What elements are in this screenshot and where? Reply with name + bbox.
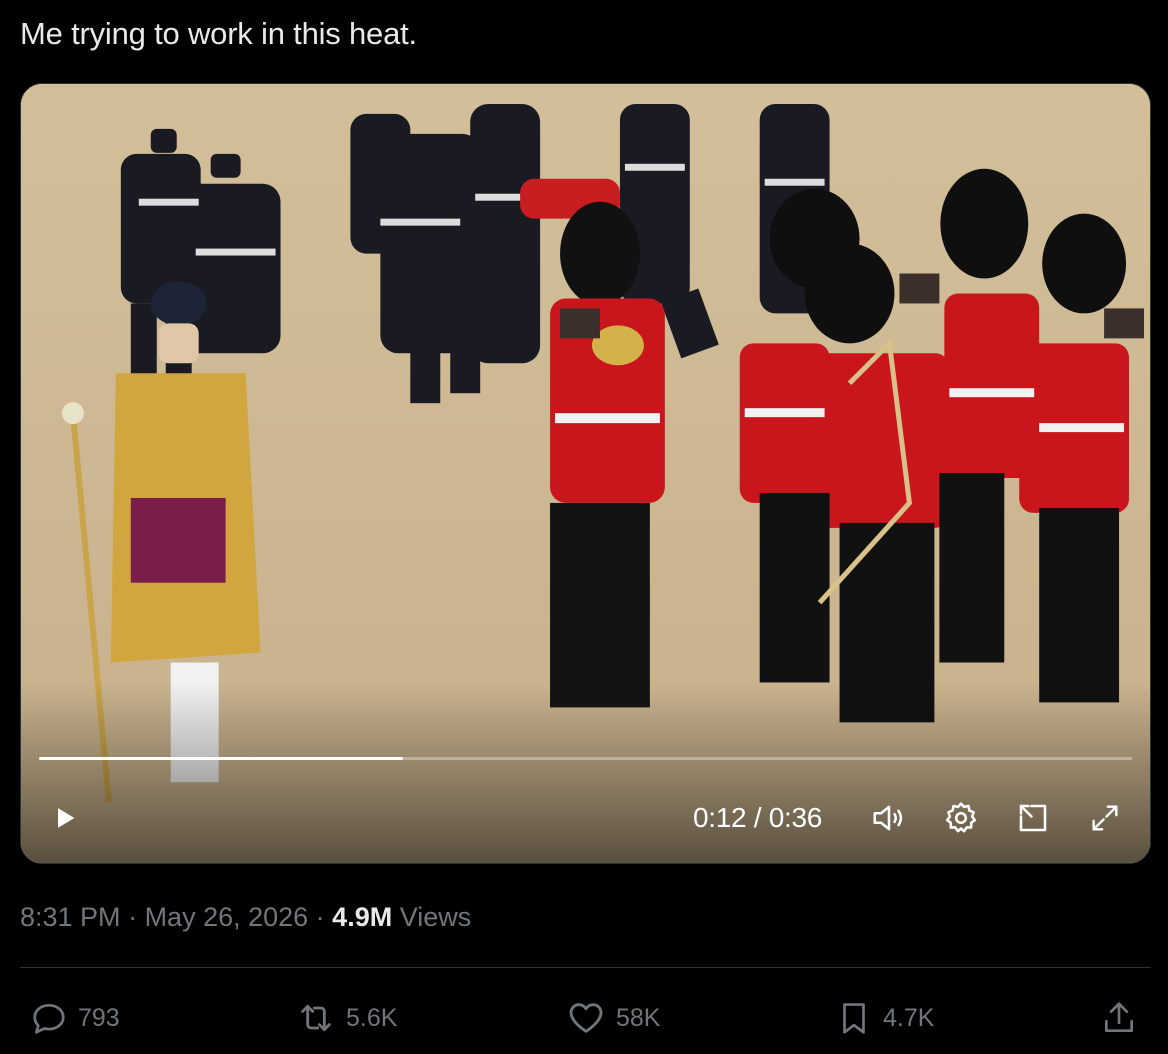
meta-separator: ·	[308, 902, 333, 932]
video-frame	[21, 84, 1150, 863]
expand-icon	[1092, 805, 1118, 831]
time-display: 0:12 / 0:36	[693, 802, 823, 833]
repost-count: 5.6K	[346, 1003, 398, 1032]
volume-icon	[873, 805, 903, 831]
bookmark-button[interactable]: 4.7K	[835, 998, 934, 1038]
video-player[interactable]: 0:12 / 0:36	[20, 83, 1151, 864]
heart-icon	[569, 1003, 603, 1033]
divider	[20, 967, 1151, 968]
picture-in-picture-icon	[1019, 804, 1047, 832]
play-button[interactable]	[43, 796, 87, 840]
repost-icon	[301, 1004, 331, 1032]
volume-button[interactable]	[867, 796, 911, 840]
like-count: 58K	[616, 1003, 661, 1032]
tweet-meta: 8:31 PM · May 26, 2026 · 4.9M Views	[20, 900, 471, 934]
bookmark-count: 4.7K	[883, 1003, 935, 1032]
views-count: 4.9M	[332, 902, 393, 932]
meta-separator: ·	[120, 902, 145, 932]
views-label: Views	[392, 902, 472, 932]
gear-icon	[945, 802, 977, 833]
reply-icon	[33, 1003, 65, 1034]
settings-button[interactable]	[939, 796, 983, 840]
like-button[interactable]: 58K	[566, 998, 660, 1038]
fullscreen-button[interactable]	[1083, 796, 1127, 840]
tweet-time[interactable]: 8:31 PM	[20, 902, 121, 932]
reply-count: 793	[78, 1003, 120, 1032]
bookmark-icon	[843, 1003, 865, 1034]
tweet-date[interactable]: May 26, 2026	[145, 902, 309, 932]
play-icon	[58, 808, 75, 828]
share-icon	[1104, 1002, 1134, 1033]
share-button[interactable]	[1100, 998, 1138, 1038]
repost-button[interactable]: 5.6K	[296, 998, 397, 1038]
progress-fill	[39, 757, 403, 760]
reply-button[interactable]: 793	[30, 998, 120, 1038]
tweet-text: Me trying to work in this heat.	[20, 16, 417, 51]
progress-bar[interactable]	[39, 757, 1132, 760]
pip-button[interactable]	[1011, 796, 1055, 840]
